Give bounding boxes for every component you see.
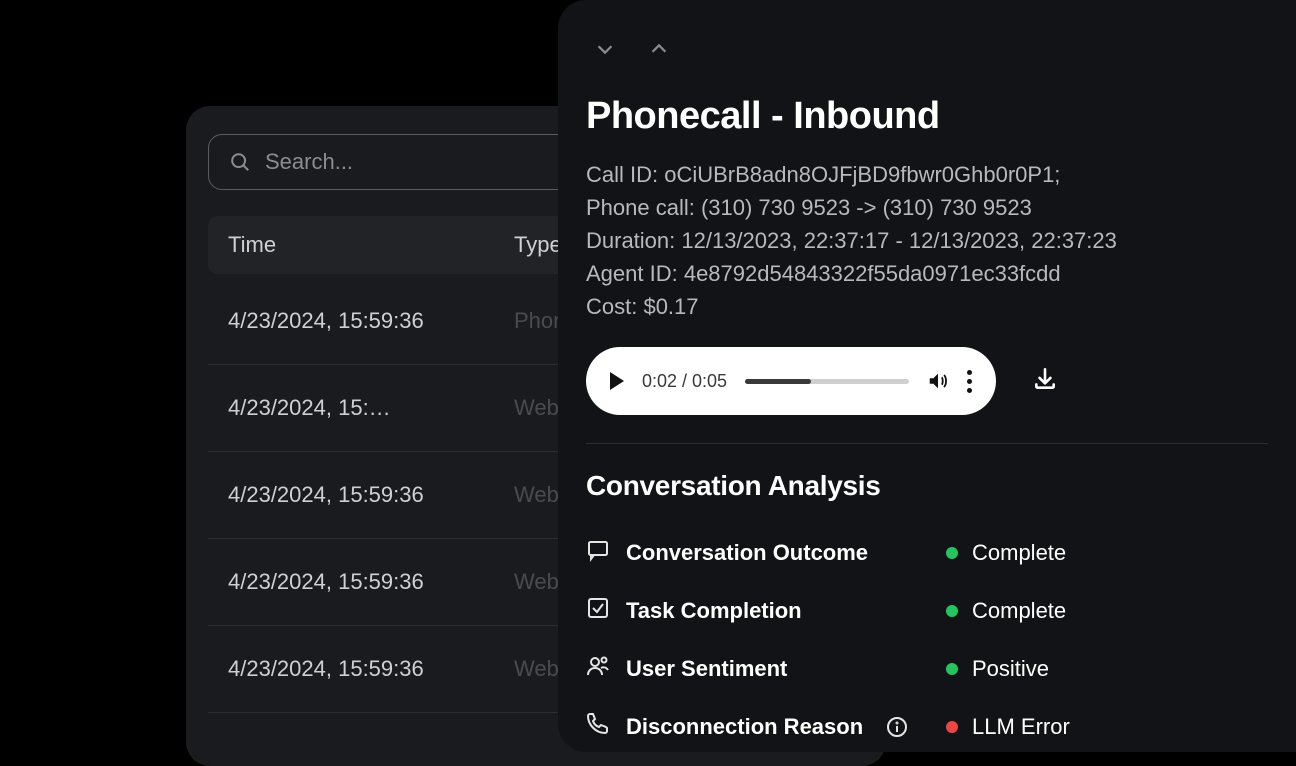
audio-player[interactable]: 0:02 / 0:05 <box>586 347 996 415</box>
cell-time: 4/23/2024, 15:59:36 <box>228 482 514 508</box>
analysis-title: Conversation Analysis <box>586 470 1268 502</box>
volume-icon[interactable] <box>927 370 949 392</box>
status-dot <box>946 547 958 559</box>
cell-time: 4/23/2024, 15:59:36 <box>228 656 514 682</box>
chat-icon <box>586 538 610 568</box>
analysis-label: Disconnection Reason <box>626 714 863 740</box>
status-dot <box>946 663 958 675</box>
status-dot <box>946 721 958 733</box>
audio-time: 0:02 / 0:05 <box>642 371 727 392</box>
audio-seekbar[interactable] <box>745 379 909 384</box>
cell-time: 4/23/2024, 15:… <box>228 395 514 421</box>
cost-line: Cost: $0.17 <box>586 290 1268 323</box>
analysis-row: Task Completion Complete <box>586 582 1268 640</box>
search-icon <box>229 151 251 173</box>
duration-line: Duration: 12/13/2023, 22:37:17 - 12/13/2… <box>586 224 1268 257</box>
detail-title: Phonecall - Inbound <box>586 95 1268 138</box>
chevron-down-icon[interactable] <box>594 38 616 65</box>
analysis-value: Complete <box>972 598 1066 624</box>
analysis-value: LLM Error <box>972 714 1070 740</box>
analysis-row: User Sentiment Positive <box>586 640 1268 698</box>
analysis-value: Complete <box>972 540 1066 566</box>
cell-time: 4/23/2024, 15:59:36 <box>228 308 514 334</box>
header-time: Time <box>228 232 514 258</box>
analysis-label: Conversation Outcome <box>626 540 868 566</box>
phone-icon <box>586 712 610 742</box>
check-icon <box>586 596 610 626</box>
analysis-value: Positive <box>972 656 1049 682</box>
status-dot <box>946 605 958 617</box>
info-icon[interactable] <box>885 715 909 739</box>
cell-time: 4/23/2024, 15:59:36 <box>228 569 514 595</box>
call-detail-panel: Phonecall - Inbound Call ID: oCiUBrB8adn… <box>558 0 1296 752</box>
user-icon <box>586 654 610 684</box>
agent-id-line: Agent ID: 4e8792d54843322f55da0971ec33fc… <box>586 257 1268 290</box>
analysis-label: User Sentiment <box>626 656 787 682</box>
analysis-label: Task Completion <box>626 598 802 624</box>
call-id-line: Call ID: oCiUBrB8adn8OJFjBD9fbwr0Ghb0r0P… <box>586 158 1268 191</box>
analysis-row: Conversation Outcome Complete <box>586 524 1268 582</box>
chevron-up-icon[interactable] <box>648 38 670 65</box>
play-icon[interactable] <box>610 372 624 390</box>
more-icon[interactable] <box>967 370 972 393</box>
analysis-row: Disconnection Reason LLM Error <box>586 698 1268 756</box>
download-button[interactable] <box>1032 366 1058 397</box>
phone-line: Phone call: (310) 730 9523 -> (310) 730 … <box>586 191 1268 224</box>
